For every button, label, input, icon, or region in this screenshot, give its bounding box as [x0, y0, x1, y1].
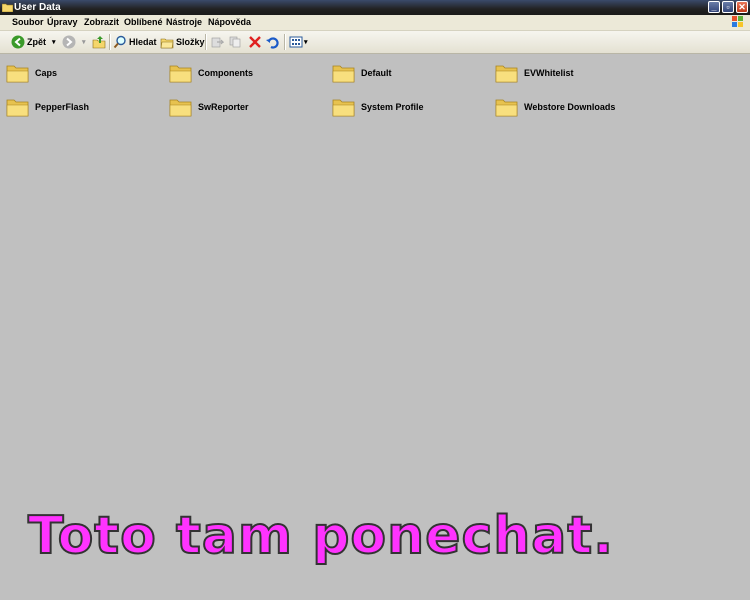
folder-icon — [332, 99, 355, 117]
search-icon — [113, 35, 126, 49]
folder-name: SwReporter — [198, 102, 249, 112]
menu-favorites[interactable]: Oblíbené — [124, 17, 163, 28]
folders-label: Složky — [176, 37, 205, 47]
menu-bar: Soubor Úpravy Zobrazit Oblíbené Nástroje… — [0, 15, 750, 31]
folder-item[interactable]: System Profile — [332, 93, 424, 121]
back-button[interactable]: Zpět ▾ — [11, 33, 56, 51]
folder-item[interactable]: Default — [332, 59, 392, 87]
folder-item[interactable]: Components — [169, 59, 253, 87]
folder-item[interactable]: PepperFlash — [6, 93, 89, 121]
folder-name: Components — [198, 68, 253, 78]
folder-name: EVWhitelist — [524, 68, 574, 78]
forward-dropdown-icon[interactable]: ▾ — [82, 38, 86, 46]
folder-item[interactable]: Webstore Downloads — [495, 93, 615, 121]
folder-item[interactable]: Caps — [6, 59, 57, 87]
folder-name: Default — [361, 68, 392, 78]
up-folder-button[interactable] — [92, 33, 106, 51]
back-dropdown-icon[interactable]: ▾ — [52, 38, 56, 46]
folders-button[interactable]: Složky — [160, 33, 205, 51]
toolbar-separator — [109, 34, 111, 50]
menu-edit[interactable]: Úpravy — [47, 17, 78, 28]
search-button[interactable]: Hledat — [113, 33, 157, 51]
delete-icon — [249, 36, 261, 48]
views-icon — [289, 36, 303, 48]
folder-icon — [1, 2, 14, 15]
close-button[interactable]: ✕ — [736, 1, 748, 13]
folder-icon — [495, 99, 518, 117]
folders-icon — [160, 38, 174, 49]
menu-tools[interactable]: Nástroje — [166, 17, 202, 28]
minimize-button[interactable]: _ — [708, 1, 720, 13]
title-bar: User Data _ ▫ ✕ — [0, 0, 750, 15]
folder-icon — [169, 65, 192, 83]
folder-name: PepperFlash — [35, 102, 90, 112]
views-dropdown-icon[interactable]: ▾ — [304, 38, 308, 46]
undo-button[interactable] — [266, 33, 280, 51]
toolbar-separator — [284, 34, 286, 50]
forward-arrow-icon — [62, 35, 76, 49]
search-label: Hledat — [129, 37, 157, 47]
folder-icon — [495, 65, 518, 83]
menu-view[interactable]: Zobrazit — [84, 17, 119, 28]
copy-to-button[interactable] — [229, 33, 243, 51]
copy-to-icon — [229, 36, 241, 48]
toolbar: Zpět ▾ ▾ Hledat Složky ▾ — [0, 31, 750, 54]
folder-icon — [332, 65, 355, 83]
folder-item[interactable]: SwReporter — [169, 93, 249, 121]
back-label: Zpět — [27, 37, 46, 47]
folder-name: Caps — [35, 68, 58, 78]
menu-file[interactable]: Soubor — [12, 17, 44, 28]
up-folder-icon — [92, 36, 106, 49]
back-arrow-icon — [11, 35, 25, 49]
folder-icon — [6, 99, 29, 117]
toolbar-separator — [205, 34, 207, 50]
windows-logo-icon — [732, 16, 744, 28]
folder-item[interactable]: EVWhitelist — [495, 59, 574, 87]
folder-icon — [169, 99, 192, 117]
folder-name: Webstore Downloads — [524, 102, 616, 112]
move-to-button[interactable] — [210, 33, 224, 51]
folder-icon — [6, 65, 29, 83]
maximize-button[interactable]: ▫ — [722, 1, 734, 13]
folder-name: System Profile — [361, 102, 424, 112]
window-title: User Data — [14, 2, 61, 13]
undo-icon — [266, 37, 279, 49]
move-to-icon — [211, 37, 224, 48]
menu-help[interactable]: Nápověda — [208, 17, 251, 28]
forward-button[interactable]: ▾ — [62, 33, 86, 51]
annotation-text: Toto tam ponechat. — [27, 505, 614, 567]
delete-button[interactable] — [248, 33, 262, 51]
views-button[interactable]: ▾ — [289, 33, 308, 51]
